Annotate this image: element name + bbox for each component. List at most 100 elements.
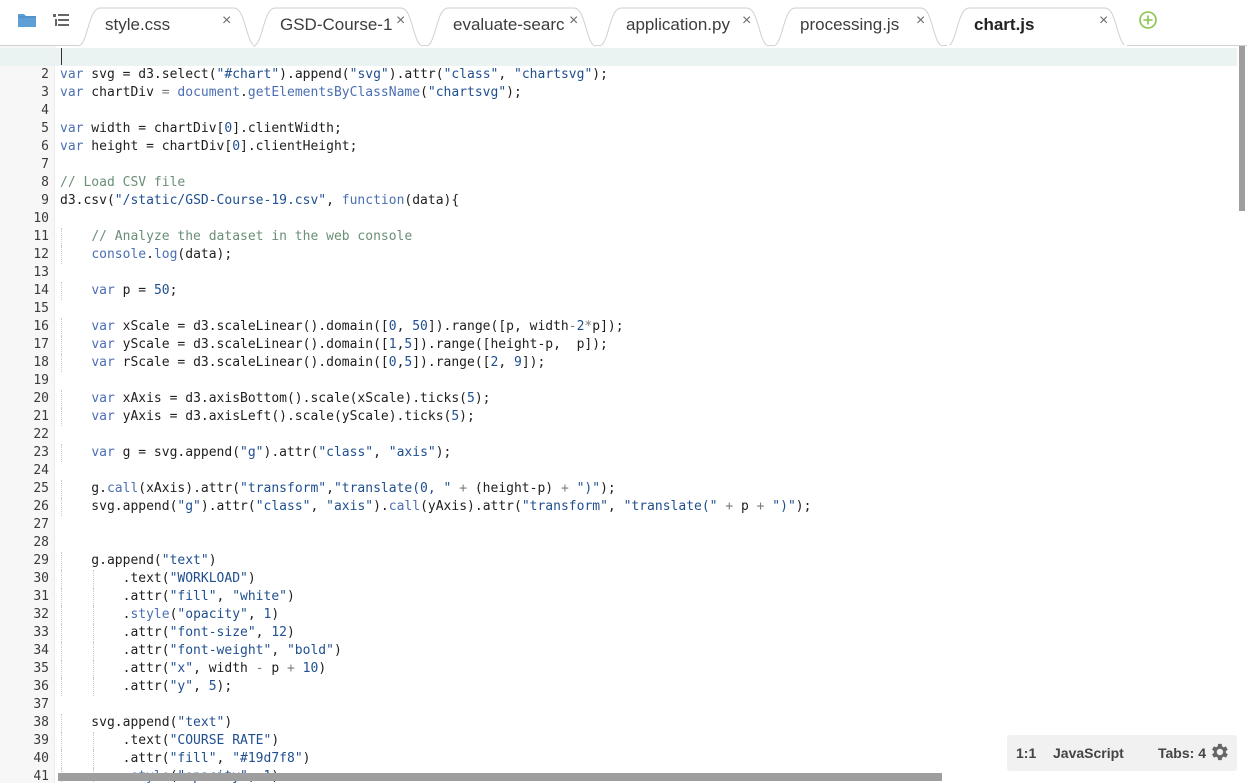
code-line[interactable]: [60, 534, 1233, 552]
code-token: "opacity": [177, 607, 248, 622]
indent-guide: [61, 606, 62, 624]
code-line[interactable]: [60, 516, 1233, 534]
code-line[interactable]: var rScale = d3.scaleLinear().domain([0,…: [60, 354, 1233, 372]
code-line[interactable]: [60, 426, 1233, 444]
code-line[interactable]: .attr("font-size", 12): [60, 624, 1233, 642]
tab-close-icon[interactable]: ×: [222, 12, 231, 30]
code-line[interactable]: .attr("fill", "white"): [60, 588, 1233, 606]
settings-button[interactable]: [1208, 741, 1230, 763]
tab-close-icon[interactable]: ×: [742, 12, 751, 30]
code-line[interactable]: var chartDiv = document.getElementsByCla…: [60, 84, 1233, 102]
horizontal-scroll-thumb[interactable]: [58, 773, 942, 781]
list-icon[interactable]: [51, 11, 71, 29]
code-line[interactable]: [0, 48, 1237, 66]
code-line[interactable]: .attr("y", 5);: [60, 678, 1233, 696]
code-line[interactable]: var height = chartDiv[0].clientHeight;: [60, 138, 1233, 156]
folder-icon[interactable]: [17, 11, 37, 29]
line-number: 21: [33, 409, 49, 424]
tab-gsd-course-19[interactable]: GSD-Course-19 ×: [253, 7, 423, 47]
code-token: ,: [271, 643, 287, 658]
tab-close-icon[interactable]: ×: [569, 12, 578, 30]
indentation-setting[interactable]: Tabs: 4: [1158, 745, 1206, 761]
indent-guide: [61, 480, 62, 498]
line-number: 10: [33, 211, 49, 226]
code-line[interactable]: .style("opacity", 1): [60, 606, 1233, 624]
line-number: 33: [33, 625, 49, 640]
code-line[interactable]: [60, 210, 1233, 228]
indent-guide: [61, 228, 62, 246]
code-line[interactable]: // Analyze the dataset in the web consol…: [60, 228, 1233, 246]
code-token: "text": [161, 553, 209, 568]
code-token: var: [91, 355, 115, 370]
code-line[interactable]: svg.append("g").attr("class", "axis").ca…: [60, 498, 1233, 516]
code-line[interactable]: .attr("x", width - p + 10): [60, 660, 1233, 678]
code-line[interactable]: .text("WORKLOAD"): [60, 570, 1233, 588]
text-cursor: [61, 48, 62, 65]
line-number: 12: [33, 247, 49, 262]
code-line[interactable]: var yScale = d3.scaleLinear().domain([1,…: [60, 336, 1233, 354]
indent-guide: [61, 732, 62, 750]
code-line[interactable]: var g = svg.append("g").attr("class", "a…: [60, 444, 1233, 462]
tab-chart-js[interactable]: chart.js ×: [947, 7, 1127, 47]
code-line[interactable]: g.append("text"): [60, 552, 1233, 570]
code-line[interactable]: var yAxis = d3.axisLeft().scale(yScale).…: [60, 408, 1233, 426]
language-mode[interactable]: JavaScript: [1053, 745, 1124, 761]
code-line[interactable]: [60, 264, 1233, 282]
tab-close-icon[interactable]: ×: [396, 12, 405, 30]
code-token: ).attr(: [388, 67, 444, 82]
tab-label: application.py: [626, 15, 730, 34]
tab-application-py[interactable]: application.py ×: [599, 7, 769, 47]
code-line[interactable]: [60, 300, 1233, 318]
tab-close-icon[interactable]: ×: [916, 12, 925, 30]
code-line[interactable]: console.log(data);: [60, 246, 1233, 264]
code-editor[interactable]: 1234567891011121314151617181920212223242…: [0, 46, 1247, 783]
line-number: 15: [33, 301, 49, 316]
code-token: "#19d7f8": [232, 751, 303, 766]
code-line[interactable]: [60, 372, 1233, 390]
line-number: 13: [33, 265, 49, 280]
code-line[interactable]: var svg = d3.select("#chart").append("sv…: [60, 66, 1233, 84]
code-token: );: [592, 67, 608, 82]
tab-label: processing.js: [800, 15, 900, 34]
code-line[interactable]: // Load CSV file: [60, 174, 1233, 192]
code-token: -: [568, 319, 577, 334]
indent-guide: [61, 714, 62, 732]
code-line[interactable]: svg.append("text"): [60, 714, 1233, 732]
code-line[interactable]: .attr("font-weight", "bold"): [60, 642, 1233, 660]
code-token: ,: [373, 445, 389, 460]
indent-guide: [61, 570, 62, 588]
code-token: ].clientHeight;: [240, 139, 358, 154]
indent-guide: [61, 552, 62, 570]
code-token: ): [333, 643, 342, 658]
code-line[interactable]: g.call(xAxis).attr("transform","translat…: [60, 480, 1233, 498]
code-token: 0: [388, 319, 397, 334]
line-number: 14: [33, 283, 49, 298]
code-line[interactable]: var xScale = d3.scaleLinear().domain([0,…: [60, 318, 1233, 336]
code-token: =: [161, 85, 170, 100]
code-line[interactable]: [60, 462, 1233, 480]
indent-guide: [61, 444, 62, 462]
add-tab-button[interactable]: [1138, 10, 1158, 30]
code-line[interactable]: [60, 696, 1233, 714]
code-area[interactable]: var svg = d3.select("#chart").append("sv…: [0, 48, 1237, 783]
code-token: );: [216, 679, 233, 694]
code-line[interactable]: var width = chartDiv[0].clientWidth;: [60, 120, 1233, 138]
tab-processing-js[interactable]: processing.js ×: [773, 7, 943, 47]
tab-label: style.css: [105, 15, 171, 34]
tab-evaluate-search[interactable]: evaluate-search ×: [426, 7, 596, 47]
code-line[interactable]: [60, 102, 1233, 120]
indent-guide: [61, 588, 62, 606]
cursor-position[interactable]: 1:1: [1016, 745, 1036, 761]
code-token: );: [435, 445, 452, 460]
code-line[interactable]: var p = 50;: [60, 282, 1233, 300]
tab-style-css[interactable]: style.css ×: [78, 7, 256, 47]
vertical-scrollbar[interactable]: [1237, 46, 1247, 783]
code-line[interactable]: [60, 156, 1233, 174]
tab-close-icon[interactable]: ×: [1099, 12, 1108, 30]
code-line[interactable]: var xAxis = d3.axisBottom().scale(xScale…: [60, 390, 1233, 408]
line-number: 8: [41, 175, 49, 190]
vertical-scroll-thumb[interactable]: [1239, 46, 1245, 211]
code-line[interactable]: d3.csv("/static/GSD-Course-19.csv", func…: [60, 192, 1233, 210]
